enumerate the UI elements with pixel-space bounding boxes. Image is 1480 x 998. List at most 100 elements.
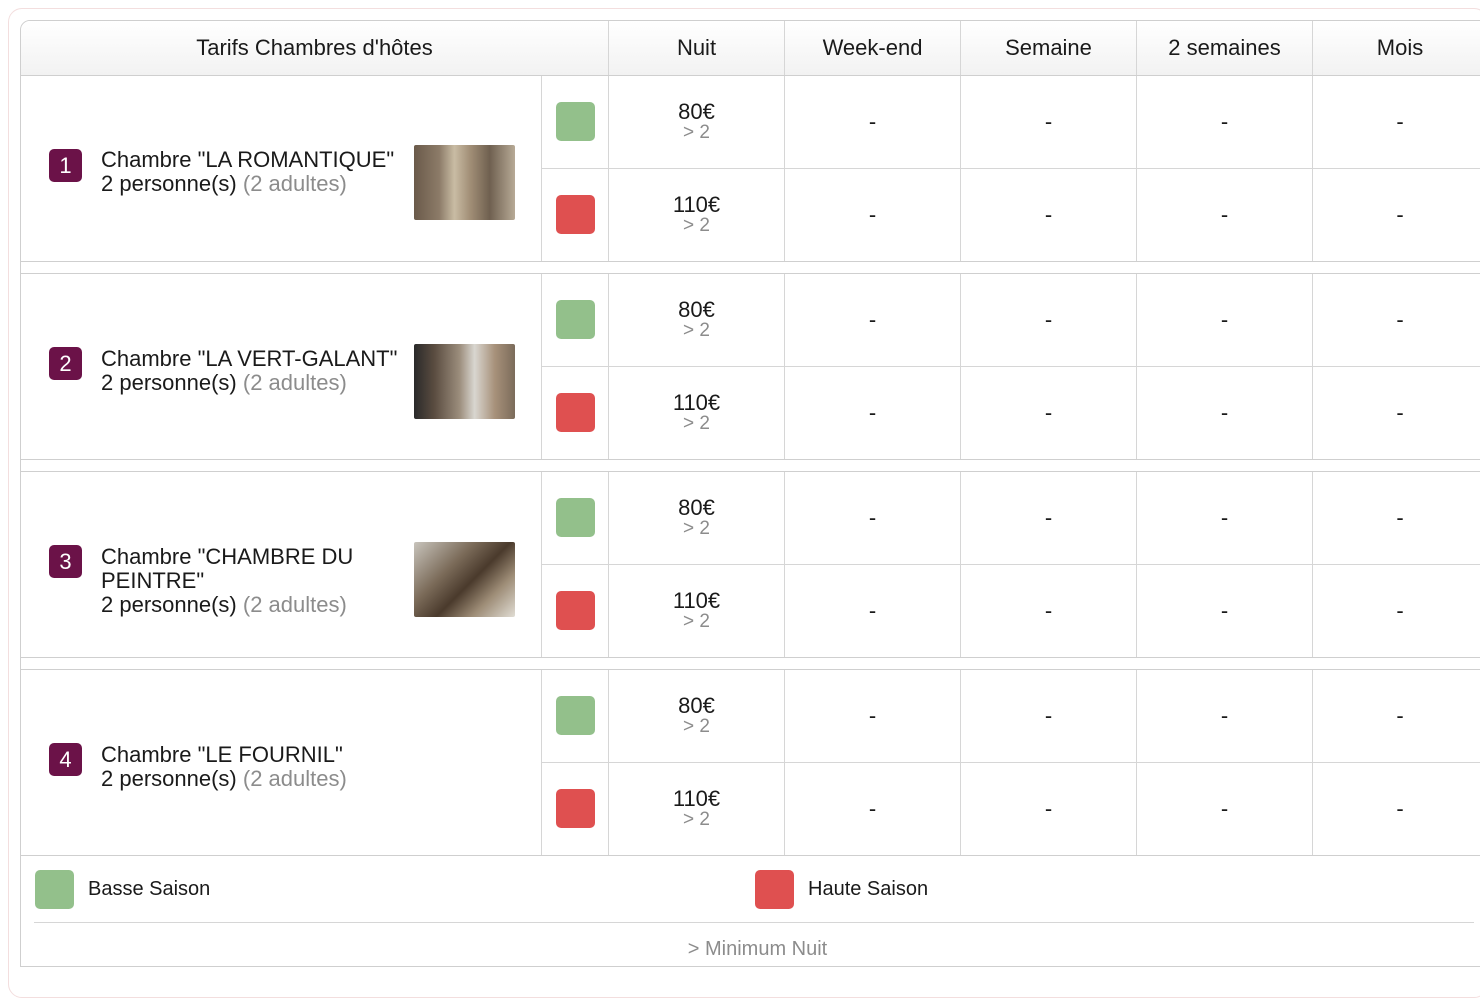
room-description: Chambre "LE FOURNIL" 2 personne(s) (2 ad… [101, 743, 401, 791]
room-adults: (2 adultes) [242, 766, 347, 791]
rates-table: Tarifs Chambres d'hôtes Nuit Week-end Se… [20, 20, 1480, 967]
high-season-swatch [555, 195, 595, 235]
minimum-nights: > 2 [683, 715, 710, 737]
nuit-column: 80€ > 2 110€ > 2 [608, 670, 784, 855]
legend: Basse Saison Haute Saison > Minimum Nuit [21, 856, 1480, 966]
deux-semaines-low-season-value: - [1220, 504, 1229, 530]
nuit-high-season: 110€ > 2 [609, 763, 784, 856]
room-name[interactable]: Chambre "CHAMBRE DU PEINTRE" [101, 544, 353, 593]
semaine-column: - - [960, 76, 1136, 261]
deux-semaines-high-season-value: - [1220, 795, 1229, 821]
column-header-mois: Mois [1312, 21, 1480, 75]
room-row: 2 Chambre "LA VERT-GALANT" 2 personne(s)… [21, 274, 1480, 460]
week-end-column: - - [784, 670, 960, 855]
room-name[interactable]: Chambre "LA VERT-GALANT" [101, 346, 397, 371]
room-row: 1 Chambre "LA ROMANTIQUE" 2 personne(s) … [21, 76, 1480, 262]
deux-semaines-high-season-value: - [1220, 201, 1229, 227]
season-swatches [541, 76, 608, 261]
nuit-column: 80€ > 2 110€ > 2 [608, 76, 784, 261]
deux-semaines-high-season-value: - [1220, 399, 1229, 425]
season-swatch-cell [542, 76, 608, 169]
room-photo[interactable] [414, 145, 515, 220]
deux-semaines-column: - - [1136, 472, 1312, 657]
minimum-nights: > 2 [683, 517, 710, 539]
deux-semaines-low-season-value: - [1220, 108, 1229, 134]
semaine-high-season-value: - [1044, 795, 1053, 821]
room-info: 4 Chambre "LE FOURNIL" 2 personne(s) (2 … [21, 670, 541, 855]
room-description: Chambre "LA ROMANTIQUE" 2 personne(s) (2… [101, 148, 401, 196]
high-season-swatch [555, 393, 595, 433]
room-photo[interactable] [414, 344, 515, 419]
room-info: 3 Chambre "CHAMBRE DU PEINTRE" 2 personn… [21, 472, 541, 657]
minimum-nights: > 2 [683, 214, 710, 236]
room-photo[interactable] [414, 542, 515, 617]
room-capacity-line: 2 personne(s) (2 adultes) [101, 371, 401, 395]
season-swatch-cell [542, 472, 608, 565]
mois-low-season-value: - [1396, 702, 1404, 728]
week-end-low-season-value: - [868, 108, 877, 134]
nuit-high-season: 110€ > 2 [609, 565, 784, 658]
season-swatch-cell [542, 670, 608, 763]
legend-high-season-label: Haute Saison [808, 878, 929, 900]
nuit-low-season: 80€ > 2 [609, 76, 784, 169]
room-capacity: 2 personne(s) [101, 592, 237, 617]
legend-minimum-night-note: > Minimum Nuit [687, 938, 828, 960]
semaine-low-season-value: - [1044, 108, 1053, 134]
deux-semaines-column: - - [1136, 274, 1312, 459]
semaine-column: - - [960, 274, 1136, 459]
price-value: 80€ [678, 296, 715, 322]
room-adults: (2 adultes) [242, 592, 347, 617]
room-capacity: 2 personne(s) [101, 370, 237, 395]
minimum-nights: > 2 [683, 808, 710, 830]
minimum-nights: > 2 [683, 610, 710, 632]
rooms-list: 1 Chambre "LA ROMANTIQUE" 2 personne(s) … [21, 76, 1480, 856]
price-value: 110€ [672, 191, 721, 217]
deux-semaines-low-season-value: - [1220, 306, 1229, 332]
mois-column: - - [1312, 274, 1480, 459]
room-number-badge: 2 [49, 347, 82, 380]
high-season-swatch [555, 591, 595, 631]
room-info: 2 Chambre "LA VERT-GALANT" 2 personne(s)… [21, 274, 541, 459]
room-name[interactable]: Chambre "LE FOURNIL" [101, 742, 343, 767]
semaine-low-season-value: - [1044, 702, 1053, 728]
legend-low-season-label: Basse Saison [88, 878, 211, 900]
semaine-high-season-value: - [1044, 597, 1053, 623]
column-header-semaine: Semaine [960, 21, 1136, 75]
season-swatches [541, 670, 608, 855]
room-row: 4 Chambre "LE FOURNIL" 2 personne(s) (2 … [21, 670, 1480, 856]
mois-high-season-value: - [1396, 201, 1404, 227]
column-header-nuit: Nuit [608, 21, 784, 75]
room-number-badge: 3 [49, 545, 82, 578]
low-season-swatch [555, 498, 595, 538]
room-capacity-line: 2 personne(s) (2 adultes) [101, 593, 401, 617]
deux-semaines-high-season-value: - [1220, 597, 1229, 623]
room-capacity: 2 personne(s) [101, 766, 237, 791]
week-end-low-season-value: - [868, 306, 877, 332]
nuit-column: 80€ > 2 110€ > 2 [608, 274, 784, 459]
column-header-week-end: Week-end [784, 21, 960, 75]
semaine-high-season-value: - [1044, 399, 1053, 425]
room-info: 1 Chambre "LA ROMANTIQUE" 2 personne(s) … [21, 76, 541, 261]
semaine-column: - - [960, 670, 1136, 855]
minimum-nights: > 2 [683, 412, 710, 434]
minimum-nights: > 2 [683, 319, 710, 341]
room-row: 3 Chambre "CHAMBRE DU PEINTRE" 2 personn… [21, 472, 1480, 658]
season-swatch-cell [542, 169, 608, 262]
room-capacity-line: 2 personne(s) (2 adultes) [101, 767, 401, 791]
room-separator [21, 460, 1480, 472]
nuit-column: 80€ > 2 110€ > 2 [608, 472, 784, 657]
table-title: Tarifs Chambres d'hôtes [196, 35, 433, 60]
season-swatch-cell [542, 367, 608, 460]
price-value: 80€ [678, 494, 715, 520]
price-value: 110€ [672, 389, 721, 415]
season-swatches [541, 274, 608, 459]
room-name[interactable]: Chambre "LA ROMANTIQUE" [101, 147, 394, 172]
deux-semaines-column: - - [1136, 670, 1312, 855]
room-description: Chambre "CHAMBRE DU PEINTRE" 2 personne(… [101, 545, 401, 617]
nuit-low-season: 80€ > 2 [609, 670, 784, 763]
week-end-low-season-value: - [868, 504, 877, 530]
nuit-low-season: 80€ > 2 [609, 274, 784, 367]
mois-low-season-value: - [1396, 306, 1404, 332]
price-value: 80€ [678, 692, 715, 718]
week-end-high-season-value: - [868, 399, 877, 425]
